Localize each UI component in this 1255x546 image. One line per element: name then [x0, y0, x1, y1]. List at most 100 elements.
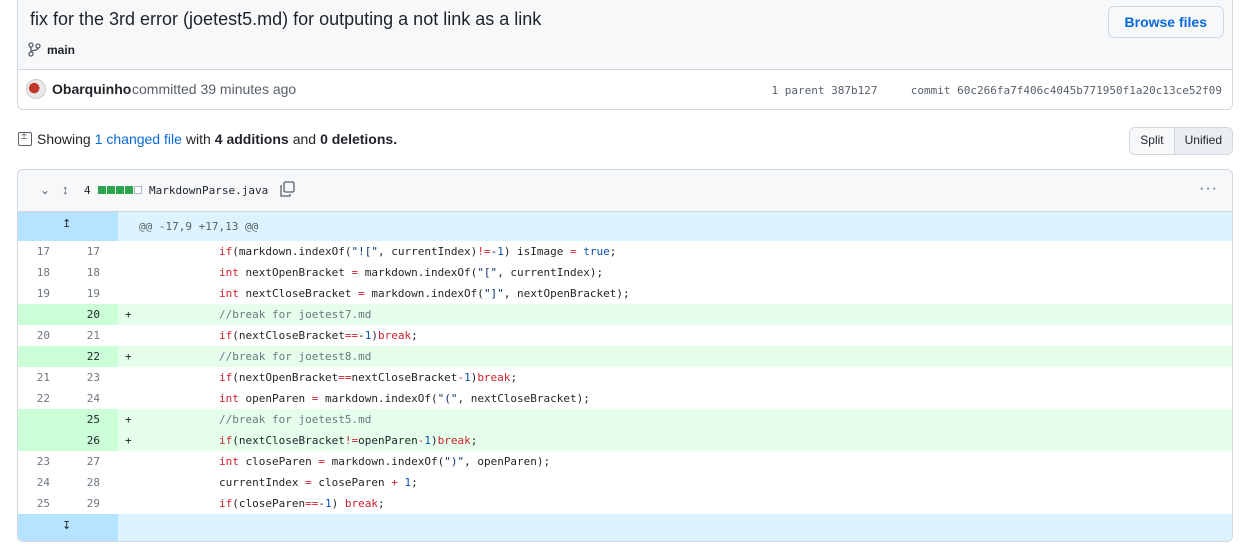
expand-down-button[interactable]: ↧	[18, 514, 118, 541]
with-text: with	[185, 131, 211, 147]
old-line-number[interactable]	[18, 430, 60, 451]
old-line-number[interactable]	[18, 346, 60, 367]
change-count: 4	[84, 184, 91, 197]
expand-up-button[interactable]: ↥	[18, 212, 118, 241]
diff-line-added: 22 + //break for joetest8.md	[18, 346, 1232, 367]
old-line-number[interactable]: 25	[18, 493, 60, 514]
split-view-button[interactable]: Split	[1130, 128, 1174, 154]
browse-files-button[interactable]: Browse files	[1107, 6, 1224, 38]
diff-view-toggle: Split Unified	[1129, 127, 1233, 155]
diffstat-square	[107, 186, 115, 194]
new-line-number[interactable]: 19	[68, 283, 110, 304]
code-text: int openParen = markdown.indexOf("(", ne…	[219, 392, 590, 405]
sha-info: 1 parent 387b127 commit 60c266fa7f406c40…	[772, 84, 1223, 97]
parent-label: 1 parent	[771, 84, 825, 97]
code-text: //break for joetest7.md	[219, 308, 372, 321]
code-text: if(closeParen==-1) break;	[219, 497, 385, 510]
new-line-number[interactable]: 28	[68, 472, 110, 493]
diff-line-context: 25 29 if(closeParen==-1) break;	[18, 493, 1232, 514]
copy-icon[interactable]	[279, 181, 295, 197]
old-line-number[interactable]: 24	[18, 472, 60, 493]
expand-all-icon[interactable]: ↕	[62, 182, 69, 197]
new-line-number[interactable]: 20	[68, 304, 110, 325]
hunk-footer: ↧	[18, 514, 1232, 541]
new-line-number[interactable]: 17	[68, 241, 110, 262]
old-line-number[interactable]: 23	[18, 451, 60, 472]
diff-line-context: 24 28 currentIndex = closeParen + 1;	[18, 472, 1232, 493]
deletions-count: 0 deletions.	[320, 131, 398, 147]
file-diff: ⌄ ↕ 4 MarkdownParse.java ··· ↥ @@ -17,9 …	[17, 169, 1233, 542]
diff-sign: +	[125, 308, 132, 321]
parent-sha-link[interactable]: 387b127	[831, 84, 877, 97]
old-line-number[interactable]: 17	[18, 241, 60, 262]
file-header: ⌄ ↕ 4 MarkdownParse.java ···	[18, 170, 1232, 212]
diff-sign: +	[125, 350, 132, 363]
new-line-number[interactable]: 23	[68, 367, 110, 388]
old-line-number[interactable]: 22	[18, 388, 60, 409]
diff-summary: Showing 1 changed file with 4 additions …	[18, 130, 401, 147]
unified-view-button[interactable]: Unified	[1173, 128, 1232, 154]
diff-line-added: 20 + //break for joetest7.md	[18, 304, 1232, 325]
file-name[interactable]: MarkdownParse.java	[149, 184, 268, 197]
old-line-number[interactable]: 21	[18, 367, 60, 388]
more-options-icon[interactable]: ···	[1199, 180, 1218, 198]
diff-line-context: 17 17 if(markdown.indexOf("![", currentInd…	[18, 241, 1232, 262]
diff-line-added: 26 + if(nextCloseBracket!=openParen-1)brea…	[18, 430, 1232, 451]
diffstat-square	[98, 186, 106, 194]
expand-up-icon: ↥	[62, 218, 72, 230]
committed-time: committed 39 minutes ago	[132, 81, 297, 97]
changed-files-link[interactable]: 1 changed file	[95, 131, 182, 147]
file-diff-icon	[18, 130, 32, 146]
old-line-number[interactable]: 19	[18, 283, 60, 304]
diff-line-context: 20 21 if(nextCloseBracket==-1)break;	[18, 325, 1232, 346]
old-line-number[interactable]: 20	[18, 325, 60, 346]
new-line-number[interactable]: 18	[68, 262, 110, 283]
diff-line-context: 23 27 int closeParen = markdown.indexOf(")…	[18, 451, 1232, 472]
code-text: if(nextCloseBracket==-1)break;	[219, 329, 418, 342]
new-line-number[interactable]: 21	[68, 325, 110, 346]
new-line-number[interactable]: 22	[68, 346, 110, 367]
diff-line-context: 18 18 int nextOpenBracket = markdown.index…	[18, 262, 1232, 283]
diffstat	[98, 186, 142, 194]
old-line-number[interactable]	[18, 409, 60, 430]
code-text: int nextCloseBracket = markdown.indexOf(…	[219, 287, 630, 300]
expand-down-icon: ↧	[62, 520, 72, 532]
old-line-number[interactable]	[18, 304, 60, 325]
diff-line-added: 25 + //break for joetest5.md	[18, 409, 1232, 430]
branch-icon	[28, 42, 41, 57]
code-text: if(nextCloseBracket!=openParen-1)break;	[219, 434, 478, 447]
hunk-header: ↥ @@ -17,9 +17,13 @@	[18, 212, 1232, 241]
diff-sign: +	[125, 413, 132, 426]
code-text: if(nextOpenBracket==nextCloseBracket-1)b…	[219, 371, 518, 384]
old-line-number[interactable]: 18	[18, 262, 60, 283]
diffstat-square	[125, 186, 133, 194]
new-line-number[interactable]: 26	[68, 430, 110, 451]
new-line-number[interactable]: 29	[68, 493, 110, 514]
commit-sha: 60c266fa7f406c4045b771950f1a20c13ce52f09	[957, 84, 1222, 97]
diff-sign: +	[125, 434, 132, 447]
code-text: int closeParen = markdown.indexOf(")", o…	[219, 455, 551, 468]
commit-label: commit	[910, 84, 951, 97]
code-text: //break for joetest5.md	[219, 413, 372, 426]
chevron-down-icon[interactable]: ⌄	[40, 183, 50, 197]
code-text: currentIndex = closeParen + 1;	[219, 476, 418, 489]
hunk-text: @@ -17,9 +17,13 @@	[139, 220, 259, 233]
author-link[interactable]: Obarquinho	[52, 81, 131, 97]
diff-line-context: 22 24 int openParen = markdown.indexOf("("…	[18, 388, 1232, 409]
branch-label[interactable]: main	[28, 42, 75, 57]
commit-title-bar: fix for the 3rd error (joetest5.md) for …	[18, 0, 1232, 70]
diff-line-context: 21 23 if(nextOpenBracket==nextCloseBracket…	[18, 367, 1232, 388]
new-line-number[interactable]: 27	[68, 451, 110, 472]
diff-line-context: 19 19 int nextCloseBracket = markdown.inde…	[18, 283, 1232, 304]
new-line-number[interactable]: 25	[68, 409, 110, 430]
branch-name: main	[47, 42, 76, 57]
avatar[interactable]	[26, 79, 46, 99]
diffstat-square	[134, 186, 142, 194]
additions-count: 4 additions	[214, 131, 289, 147]
new-line-number[interactable]: 24	[68, 388, 110, 409]
code-text: int nextOpenBracket = markdown.indexOf("…	[219, 266, 604, 279]
commit-title: fix for the 3rd error (joetest5.md) for …	[30, 9, 542, 29]
and-text: and	[292, 131, 317, 147]
diffstat-square	[116, 186, 124, 194]
code-text: if(markdown.indexOf("![", currentIndex)!…	[219, 245, 617, 258]
